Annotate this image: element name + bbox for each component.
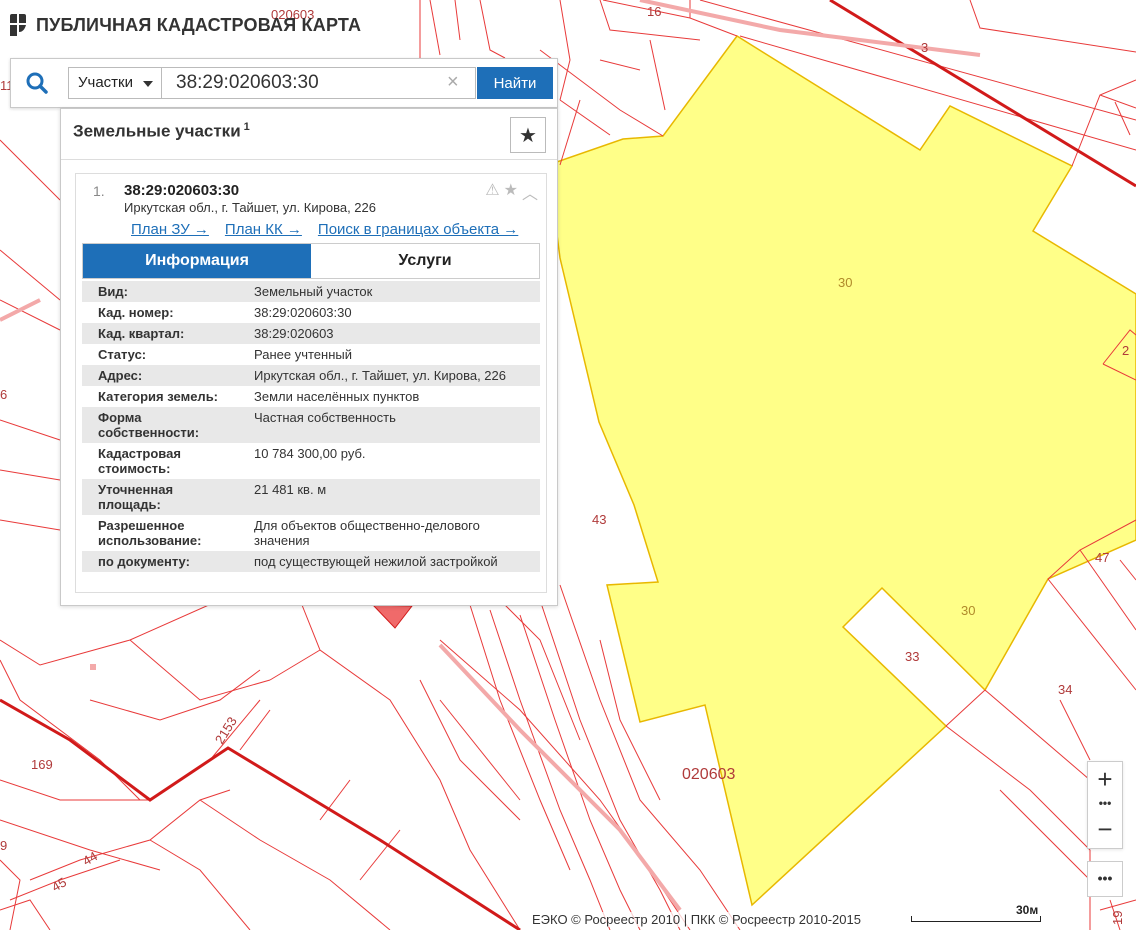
table-row: по документу: под существующей нежилой за… bbox=[82, 551, 540, 572]
info-key: по документу: bbox=[98, 554, 190, 569]
table-row: Кад. номер: 38:29:020603:30 bbox=[82, 302, 540, 323]
table-row: Разрешенное использование: Для объектов о… bbox=[82, 515, 540, 551]
table-row: Форма собственности: Частная собственност… bbox=[82, 407, 540, 443]
info-value: 10 784 300,00 руб. bbox=[254, 446, 366, 461]
rosreestr-logo-icon bbox=[10, 14, 26, 36]
table-row: Вид: Земельный участок bbox=[82, 281, 540, 302]
parcel-label-3: 3 bbox=[921, 40, 928, 55]
scale-bar bbox=[911, 916, 1041, 922]
parcel-label-34: 34 bbox=[1058, 682, 1072, 697]
zoom-control: + ••• − bbox=[1087, 761, 1123, 849]
tab-services[interactable]: Услуги bbox=[311, 244, 539, 278]
table-row: Категория земель: Земли населённых пункто… bbox=[82, 386, 540, 407]
zoom-in-button[interactable]: + bbox=[1088, 762, 1122, 796]
plan-kk-link[interactable]: План КК → bbox=[225, 221, 302, 238]
info-value: под существующей нежилой застройкой bbox=[254, 554, 498, 569]
info-key: Кад. номер: bbox=[98, 305, 174, 320]
chevron-down-icon bbox=[143, 81, 153, 87]
info-key: Разрешенное использование: bbox=[98, 518, 202, 548]
clear-icon[interactable]: × bbox=[447, 71, 459, 93]
result-address: Иркутская обл., г. Тайшет, ул. Кирова, 2… bbox=[124, 200, 376, 215]
parcel-label-16: 16 bbox=[647, 4, 661, 19]
app-title: ПУБЛИЧНАЯ КАДАСТРОВАЯ КАРТА bbox=[36, 14, 362, 35]
info-key: Категория земель: bbox=[98, 389, 219, 404]
warning-icon[interactable]: ⚠ bbox=[485, 180, 499, 204]
panel-divider bbox=[61, 159, 557, 160]
card-actions: ⚠ ★ ︿ bbox=[485, 180, 538, 204]
search-input[interactable] bbox=[162, 67, 476, 99]
chevron-up-icon[interactable]: ︿ bbox=[522, 180, 538, 204]
favorites-button[interactable]: ★ bbox=[510, 117, 546, 153]
parcel-label-33: 33 bbox=[905, 649, 919, 664]
table-row: Адрес: Иркутская обл., г. Тайшет, ул. Кир… bbox=[82, 365, 540, 386]
table-row: Кадастровая стоимость: 10 784 300,00 руб. bbox=[82, 443, 540, 479]
info-tabs: Информация Услуги bbox=[82, 243, 540, 279]
card-links: План ЗУ → План КК → Поиск в границах объ… bbox=[131, 221, 518, 238]
star-icon: ★ bbox=[519, 124, 537, 147]
plan-zu-link[interactable]: План ЗУ → bbox=[131, 221, 209, 238]
cadastral-number-link[interactable]: 38:29:020603:30 bbox=[238, 302, 540, 323]
parcel-label-9: 9 bbox=[0, 838, 7, 853]
panel-title: Земельные участки 1 bbox=[73, 121, 250, 142]
search-type-select[interactable]: Участки bbox=[68, 67, 162, 99]
info-value: Иркутская обл., г. Тайшет, ул. Кирова, 2… bbox=[254, 368, 506, 383]
parcel-label-19: 19 bbox=[1110, 911, 1125, 925]
search-bar: Участки × Найти bbox=[10, 58, 558, 108]
parcel-label-30-top: 30 bbox=[838, 275, 852, 290]
parcel-label-43: 43 bbox=[592, 512, 606, 527]
info-value: 21 481 кв. м bbox=[254, 482, 327, 497]
star-icon[interactable]: ★ bbox=[504, 180, 518, 204]
find-button[interactable]: Найти bbox=[477, 67, 553, 99]
info-value: Земельный участок bbox=[254, 284, 373, 299]
scale-label: 30м bbox=[1016, 903, 1039, 917]
attribution: ЕЭКО © Росреестр 2010 | ПКК © Росреестр … bbox=[528, 912, 865, 927]
search-icon[interactable] bbox=[25, 71, 49, 95]
info-key: Уточненная площадь: bbox=[98, 482, 174, 512]
info-value: Для объектов общественно-делового значен… bbox=[254, 518, 480, 548]
zoom-level-dots-icon[interactable]: ••• bbox=[1088, 796, 1122, 812]
info-key: Адрес: bbox=[98, 368, 143, 383]
table-row: Кад. квартал: 38:29:020603 bbox=[82, 323, 540, 344]
result-cadastral-number[interactable]: 38:29:020603:30 bbox=[124, 182, 239, 199]
cadastral-quarter-link[interactable]: 38:29:020603 bbox=[238, 323, 540, 344]
table-row: Уточненная площадь: 21 481 кв. м bbox=[82, 479, 540, 515]
more-options-button[interactable]: ••• bbox=[1087, 861, 1123, 897]
parcel-label-30-bottom: 30 bbox=[961, 603, 975, 618]
search-in-bounds-link[interactable]: Поиск в границах объекта → bbox=[318, 221, 518, 238]
info-key: Статус: bbox=[98, 347, 147, 362]
tab-information[interactable]: Информация bbox=[83, 244, 311, 278]
info-table: Вид: Земельный участок Кад. номер: 38:29:0… bbox=[82, 281, 540, 572]
parcel-label-47: 47 bbox=[1095, 550, 1109, 565]
table-row: Статус: Ранее учтенный bbox=[82, 344, 540, 365]
zoom-out-button[interactable]: − bbox=[1088, 812, 1122, 848]
results-count: 1 bbox=[243, 121, 250, 133]
result-card: 1. 38:29:020603:30 Иркутская обл., г. Та… bbox=[75, 173, 547, 593]
info-key: Форма собственности: bbox=[98, 410, 200, 440]
info-key: Вид: bbox=[98, 284, 128, 299]
info-value: Земли населённых пунктов bbox=[254, 389, 420, 404]
info-key: Кадастровая стоимость: bbox=[98, 446, 181, 476]
panel-title-text: Земельные участки bbox=[73, 121, 241, 141]
brand[interactable]: ПУБЛИЧНАЯ КАДАСТРОВАЯ КАРТА bbox=[8, 12, 361, 38]
parcel-label-6: 6 bbox=[0, 387, 7, 402]
info-key: Кад. квартал: bbox=[98, 326, 185, 341]
quarter-label-bottom: 020603 bbox=[682, 766, 735, 783]
results-panel: Земельные участки 1 ★ 1. 38:29:020603:30 … bbox=[60, 108, 558, 606]
info-value: Частная собственность bbox=[254, 410, 396, 425]
parcel-label-169: 169 bbox=[31, 757, 53, 772]
result-index: 1. bbox=[93, 183, 105, 199]
info-value: Ранее учтенный bbox=[254, 347, 352, 362]
search-type-label: Участки bbox=[78, 74, 133, 91]
parcel-label-2: 2 bbox=[1122, 343, 1129, 358]
